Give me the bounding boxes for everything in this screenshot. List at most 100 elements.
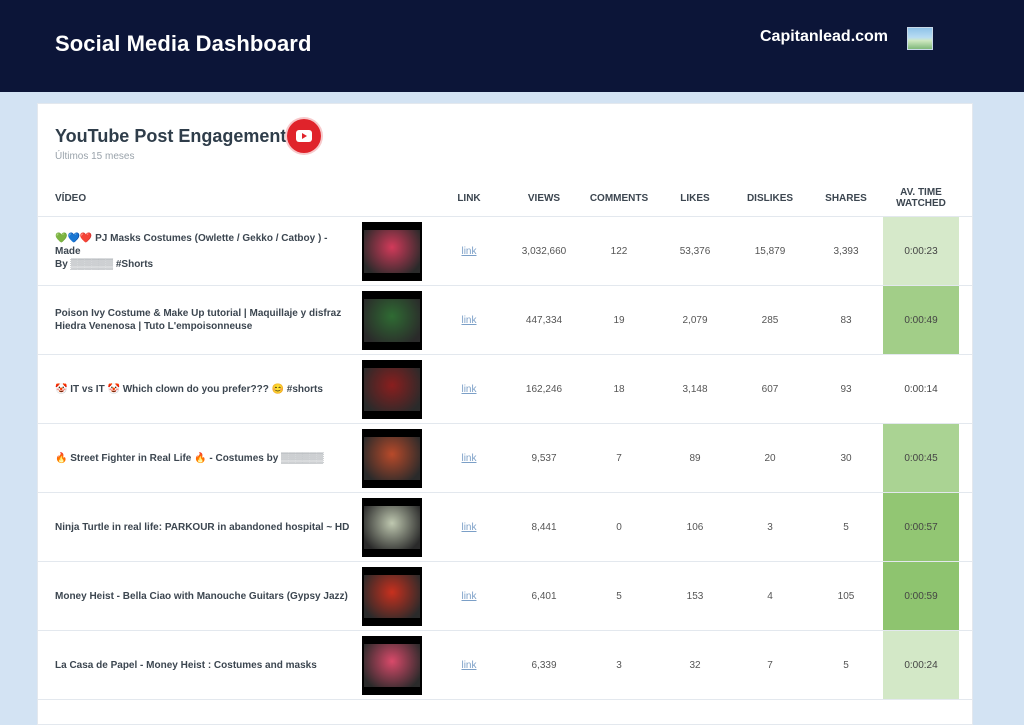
table-row: 🔥 Street Fighter in Real Life 🔥 - Costum… [38,424,972,493]
shares-value: 105 [837,590,855,602]
views-cell: 6,339 [508,631,580,699]
dislikes-cell: 7 [734,631,806,699]
column-header-dislikes[interactable]: DISLIKES [734,193,806,204]
shares-cell: 105 [810,562,882,630]
likes-cell: 2,079 [659,286,731,354]
shares-value: 3,393 [833,245,859,257]
av-time-value: 0:00:45 [904,452,938,464]
video-title: 💚💙❤️ PJ Masks Costumes (Owlette / Gekko … [55,217,355,285]
comments-value: 0 [616,521,622,533]
views-cell: 6,401 [508,562,580,630]
video-link[interactable]: link [461,591,476,602]
video-title-line1: La Casa de Papel - Money Heist : Costume… [55,659,317,671]
link-cell: link [438,286,500,354]
video-link[interactable]: link [461,246,476,257]
video-title: 🔥 Street Fighter in Real Life 🔥 - Costum… [55,424,355,492]
video-thumbnail[interactable] [362,429,422,488]
column-header-comments[interactable]: COMMENTS [583,193,655,204]
video-link[interactable]: link [461,453,476,464]
comments-cell: 5 [583,562,655,630]
av-time-cell: 0:00:49 [883,286,959,354]
av-time-label-line1: AV. TIME [900,187,942,198]
brand-name[interactable]: Capitanlead.com [760,28,888,46]
video-thumbnail[interactable] [362,360,422,419]
dislikes-value: 7 [767,659,773,671]
video-title-line1: Ninja Turtle in real life: PARKOUR in ab… [55,521,350,533]
table-row: 💚💙❤️ PJ Masks Costumes (Owlette / Gekko … [38,217,972,286]
av-time-cell: 0:00:57 [883,493,959,561]
av-time-value: 0:00:57 [904,521,938,533]
views-cell: 3,032,660 [508,217,580,285]
video-title-line2: By ▒▒▒▒▒▒ #Shorts [55,258,154,270]
video-thumbnail[interactable] [362,498,422,557]
youtube-engagement-card: YouTube Post Engagement Últimos 15 meses… [37,103,973,725]
likes-value: 2,079 [682,314,708,326]
video-thumbnail[interactable] [362,222,422,281]
likes-cell: 32 [659,631,731,699]
video-link[interactable]: link [461,315,476,326]
video-link[interactable]: link [461,522,476,533]
comments-cell: 18 [583,355,655,423]
dislikes-cell: 20 [734,424,806,492]
likes-cell: 89 [659,424,731,492]
comments-value: 3 [616,659,622,671]
video-link[interactable]: link [461,384,476,395]
dashboard-title: Social Media Dashboard [55,31,312,56]
dislikes-cell: 15,879 [734,217,806,285]
dislikes-value: 4 [767,590,773,602]
video-title: Poison Ivy Costume & Make Up tutorial | … [55,286,355,354]
shares-value: 83 [840,314,852,326]
column-header-link[interactable]: LINK [438,193,500,204]
column-header-av-time[interactable]: AV. TIME WATCHED [883,187,959,209]
table-row: La Casa de Papel - Money Heist : Costume… [38,631,972,700]
column-header-views[interactable]: VIEWS [508,193,580,204]
views-value: 3,032,660 [521,245,567,257]
video-title-line1: 💚💙❤️ PJ Masks Costumes (Owlette / Gekko … [55,232,328,257]
likes-value: 3,148 [682,383,708,395]
dislikes-value: 20 [764,452,776,464]
dislikes-cell: 4 [734,562,806,630]
shares-cell: 5 [810,631,882,699]
comments-cell: 0 [583,493,655,561]
link-cell: link [438,493,500,561]
dislikes-value: 607 [761,383,779,395]
dislikes-cell: 3 [734,493,806,561]
likes-value: 53,376 [679,245,711,257]
top-bar: Social Media Dashboard Capitanlead.com [0,0,1024,92]
dislikes-cell: 285 [734,286,806,354]
views-value: 447,334 [525,314,563,326]
column-header-shares[interactable]: SHARES [810,193,882,204]
comments-value: 7 [616,452,622,464]
views-value: 8,441 [531,521,557,533]
av-time-cell: 0:00:24 [883,631,959,699]
video-link[interactable]: link [461,660,476,671]
comments-value: 122 [610,245,628,257]
table-header: VÍDEO LINK VIEWS COMMENTS LIKES DISLIKES… [38,180,972,217]
likes-value: 153 [686,590,704,602]
comments-cell: 7 [583,424,655,492]
shares-cell: 3,393 [810,217,882,285]
shares-value: 93 [840,383,852,395]
shares-value: 5 [843,521,849,533]
likes-cell: 53,376 [659,217,731,285]
video-thumbnail[interactable] [362,291,422,350]
video-thumbnail[interactable] [362,636,422,695]
likes-value: 89 [689,452,701,464]
views-value: 162,246 [525,383,563,395]
shares-value: 30 [840,452,852,464]
views-value: 9,537 [531,452,557,464]
views-cell: 9,537 [508,424,580,492]
av-time-value: 0:00:14 [904,383,938,395]
brand-logo-icon [907,27,933,50]
column-header-video[interactable]: VÍDEO [55,193,86,204]
video-thumbnail[interactable] [362,567,422,626]
youtube-icon [287,119,321,153]
video-title: Money Heist - Bella Ciao with Manouche G… [55,562,355,630]
shares-cell: 30 [810,424,882,492]
shares-cell: 5 [810,493,882,561]
column-header-likes[interactable]: LIKES [659,193,731,204]
shares-value: 5 [843,659,849,671]
views-cell: 447,334 [508,286,580,354]
table-row: Ninja Turtle in real life: PARKOUR in ab… [38,493,972,562]
card-title: YouTube Post Engagement [55,126,287,146]
